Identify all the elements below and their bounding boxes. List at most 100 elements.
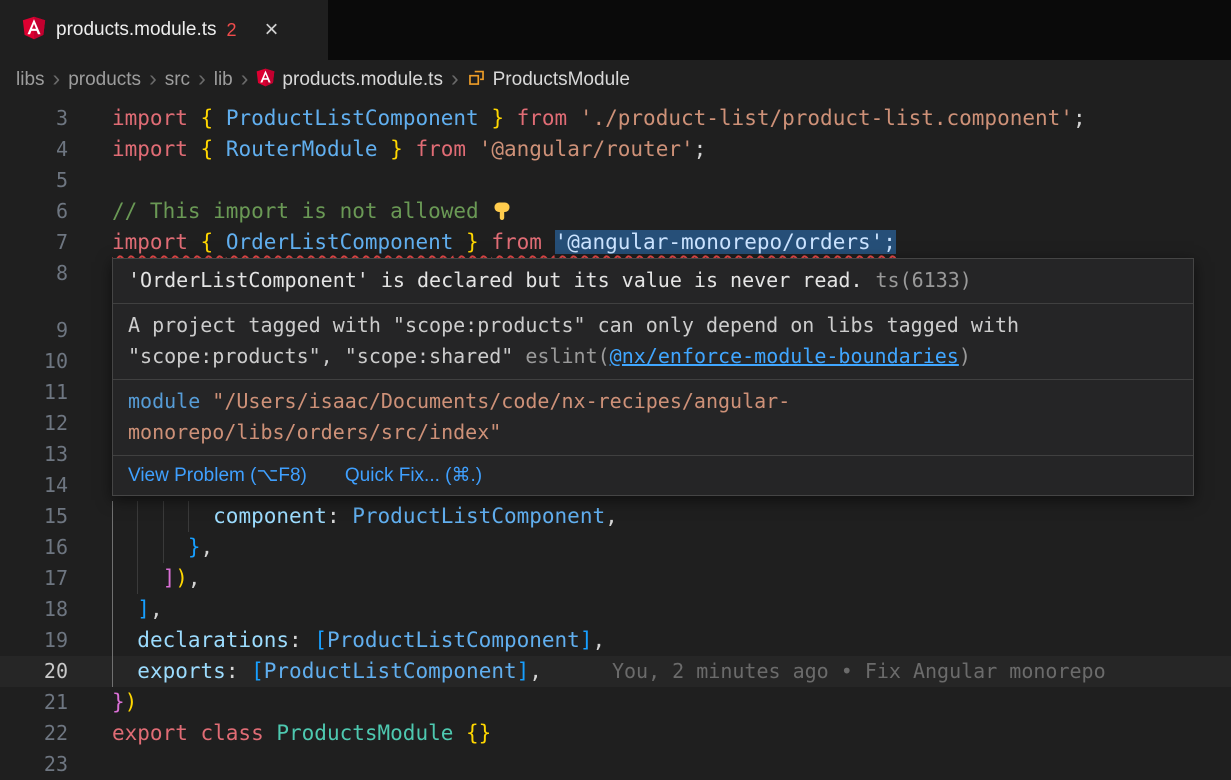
code-token: './product-list/product-list.component': [580, 106, 1073, 130]
code-line-7[interactable]: import { OrderListComponent } from '@ang…: [112, 227, 896, 258]
code-line-18[interactable]: ],: [112, 594, 163, 625]
pointing-down-emoji: [491, 199, 513, 223]
line-number-13[interactable]: 13: [0, 439, 68, 470]
code-token: ;: [1073, 106, 1086, 130]
line-number-17[interactable]: 17: [0, 563, 68, 594]
tab-title: products.module.ts: [56, 19, 217, 41]
line-number-6[interactable]: 6: [0, 196, 68, 227]
code-token: {: [201, 106, 226, 130]
code-token: {: [201, 137, 226, 161]
code-token: import: [112, 137, 201, 161]
code-token: [: [251, 659, 264, 683]
code-line-3[interactable]: import { ProductListComponent } from './…: [112, 103, 1086, 134]
chevron-right-icon: ›: [233, 67, 257, 93]
line-number-4[interactable]: 4: [0, 134, 68, 165]
line-number-5[interactable]: 5: [0, 165, 68, 196]
code-token: RouterModule: [226, 137, 378, 161]
code-token: declarations: [137, 628, 289, 652]
code-token: {}: [466, 721, 491, 745]
code-line-22[interactable]: export class ProductsModule {}: [112, 718, 491, 749]
code-line-20[interactable]: exports: [ProductListComponent],You, 2 m…: [112, 656, 1106, 687]
code-token: export class: [112, 721, 276, 745]
line-number-16[interactable]: 16: [0, 532, 68, 563]
line-number-11[interactable]: 11: [0, 377, 68, 408]
angular-icon: [22, 16, 46, 45]
code-token: ): [125, 690, 138, 714]
code-line-4[interactable]: import { RouterModule } from '@angular/r…: [112, 134, 706, 165]
code-line-17[interactable]: ]),: [112, 563, 201, 594]
chevron-right-icon: ›: [45, 67, 69, 93]
eslint-rule-link[interactable]: @nx/enforce-module-boundaries: [610, 344, 959, 368]
quick-fix-action[interactable]: Quick Fix... (⌘.): [345, 460, 482, 491]
line-number-21[interactable]: 21: [0, 687, 68, 718]
line-number-9[interactable]: 9: [0, 315, 68, 346]
code-token: from: [517, 106, 580, 130]
eslint-source-suffix: ): [959, 344, 971, 368]
hover-tooltip: 'OrderListComponent' is declared but its…: [112, 258, 1194, 496]
indent-guide: [112, 656, 113, 687]
indent-guide: [112, 532, 113, 563]
code-token: }: [479, 106, 517, 130]
code-line-16[interactable]: },: [112, 532, 213, 563]
breadcrumb-item-libs[interactable]: libs: [16, 69, 45, 91]
breadcrumb-item-symbol[interactable]: ProductsModule: [467, 68, 630, 93]
code-token: [: [314, 628, 327, 652]
breadcrumb-item-lib[interactable]: lib: [214, 69, 233, 91]
line-number-18[interactable]: 18: [0, 594, 68, 625]
line-number-10[interactable]: 10: [0, 346, 68, 377]
chevron-right-icon: ›: [443, 67, 467, 93]
hover-module-info: module "/Users/isaac/Documents/code/nx-r…: [113, 380, 1193, 456]
code-token: ;: [694, 137, 707, 161]
indent-guide: [112, 594, 113, 625]
code-token: }: [453, 230, 491, 254]
breadcrumb-item-file[interactable]: products.module.ts: [256, 68, 443, 93]
tab-close-icon[interactable]: ×: [265, 18, 279, 42]
line-number-12[interactable]: 12: [0, 408, 68, 439]
code-token: [112, 659, 137, 683]
code-token: import: [112, 230, 201, 254]
code-token: '@angular-monorepo/orders';: [555, 230, 896, 254]
eslint-message-line2: "scope:products", "scope:shared": [128, 344, 525, 368]
line-number-14[interactable]: 14: [0, 470, 68, 501]
hover-eslint-diagnostic: A project tagged with "scope:products" c…: [113, 304, 1193, 380]
line-number-3[interactable]: 3: [0, 103, 68, 134]
code-token: ProductListComponent: [264, 659, 517, 683]
code-token: ]: [163, 566, 176, 590]
chevron-right-icon: ›: [190, 67, 214, 93]
line-number-8[interactable]: 8: [0, 258, 68, 289]
diagnostic-source: ts(6133): [876, 268, 972, 292]
line-number-15[interactable]: 15: [0, 501, 68, 532]
code-token: exports: [137, 659, 226, 683]
module-path-line1: "/Users/isaac/Documents/code/nx-recipes/…: [200, 389, 790, 413]
line-number-23[interactable]: 23: [0, 749, 68, 780]
code-token: :: [226, 659, 251, 683]
editor[interactable]: 345678 91011121314151617181920212223 impo…: [0, 100, 1231, 780]
hover-actions: View Problem (⌥F8) Quick Fix... (⌘.): [113, 456, 1193, 495]
view-problem-action[interactable]: View Problem (⌥F8): [128, 460, 307, 491]
code-token: [112, 535, 188, 559]
code-token: }: [112, 690, 125, 714]
breadcrumb-item-src[interactable]: src: [165, 69, 190, 91]
line-number-7[interactable]: 7: [0, 227, 68, 258]
code-token: from: [491, 230, 554, 254]
code-line-6[interactable]: // This import is not allowed: [112, 196, 513, 227]
code-token: ]: [137, 597, 150, 621]
tab-products-module[interactable]: products.module.ts 2 ×: [0, 0, 328, 60]
code-token: ProductsModule: [276, 721, 466, 745]
line-number-19[interactable]: 19: [0, 625, 68, 656]
eslint-source-prefix: eslint(: [525, 344, 609, 368]
git-blame-annotation: You, 2 minutes ago • Fix Angular monorep…: [612, 659, 1106, 683]
code-line-19[interactable]: declarations: [ProductListComponent],: [112, 625, 605, 656]
indent-guide: [188, 501, 189, 532]
code-line-15[interactable]: component: ProductListComponent,: [112, 501, 618, 532]
line-number-22[interactable]: 22: [0, 718, 68, 749]
code-token: }: [188, 535, 201, 559]
breadcrumb-item-products[interactable]: products: [68, 69, 141, 91]
module-path-line2: monorepo/libs/orders/src/index": [128, 420, 501, 444]
code-line-21[interactable]: }): [112, 687, 137, 718]
line-number-20[interactable]: 20: [0, 656, 68, 687]
code-token: component: [213, 504, 327, 528]
code-token: }: [378, 137, 416, 161]
indent-guide: [163, 532, 164, 563]
indent-guide: [137, 501, 138, 532]
